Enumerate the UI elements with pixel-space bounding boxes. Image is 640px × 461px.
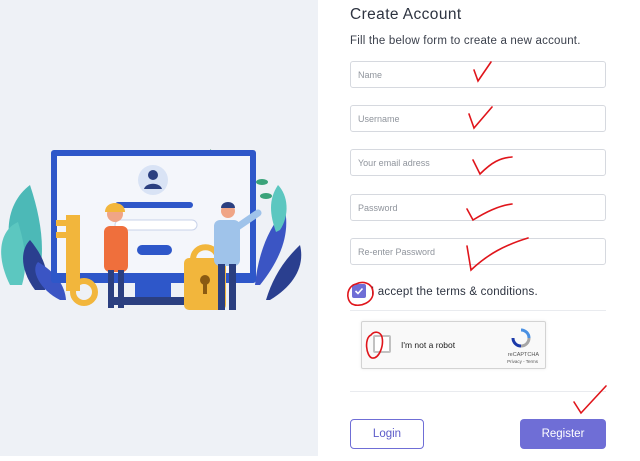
recaptcha-label: I'm not a robot xyxy=(401,340,456,350)
recaptcha-checkbox[interactable] xyxy=(373,335,391,353)
recaptcha-brand: reCAPTCHA xyxy=(507,352,539,358)
terms-checkbox[interactable] xyxy=(352,284,366,298)
name-field[interactable] xyxy=(350,61,606,88)
reenter-password-field[interactable] xyxy=(350,238,606,265)
terms-label: I accept the terms & conditions. xyxy=(371,286,538,298)
checkmark-icon xyxy=(354,287,364,295)
password-field[interactable] xyxy=(350,194,606,221)
register-button[interactable]: Register xyxy=(520,419,606,449)
recaptcha-widget: I'm not a robot reCAPTCHA Privacy - Term… xyxy=(361,321,546,369)
form-subtitle: Fill the below form to create a new acco… xyxy=(350,35,581,47)
login-button[interactable]: Login xyxy=(350,419,424,449)
recaptcha-links[interactable]: Privacy - Terms xyxy=(507,359,538,364)
create-account-panel: Create Account Fill the below form to cr… xyxy=(318,0,640,456)
illustration-panel xyxy=(0,0,318,456)
divider xyxy=(350,310,606,311)
divider xyxy=(350,391,606,392)
username-field[interactable] xyxy=(350,105,606,132)
email-field[interactable] xyxy=(350,149,606,176)
form-title: Create Account xyxy=(350,6,462,23)
account-security-illustration xyxy=(1,149,302,310)
recaptcha-logo-icon xyxy=(511,328,531,348)
